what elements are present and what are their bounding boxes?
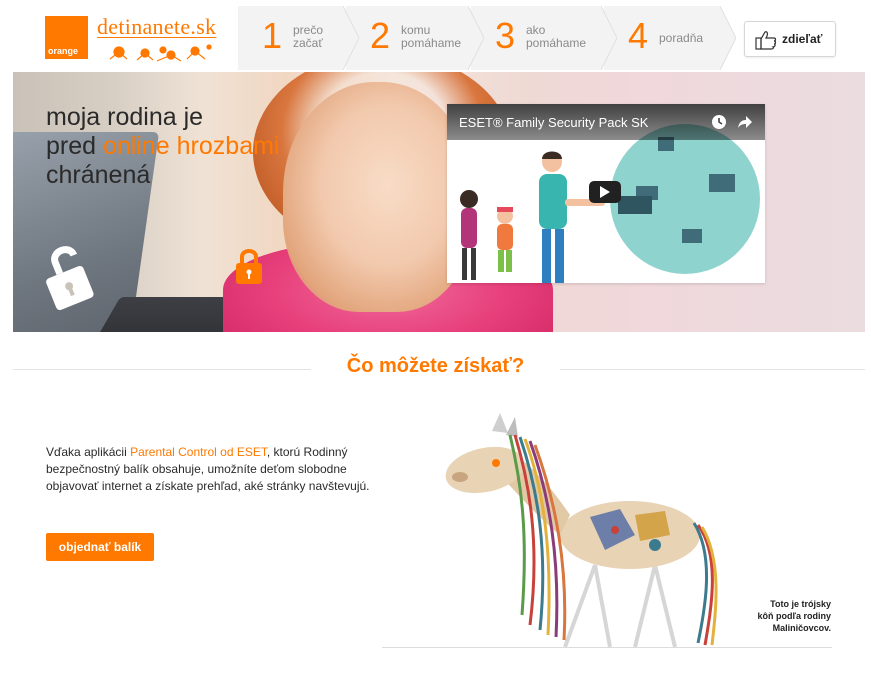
step-divider bbox=[343, 6, 359, 70]
trojan-horse-illustration bbox=[445, 413, 718, 648]
step-divider bbox=[720, 6, 736, 70]
step-label: ako pomáhame bbox=[526, 23, 587, 50]
video-title[interactable]: ESET® Family Security Pack SK bbox=[459, 115, 648, 130]
order-package-button[interactable]: objednať balík bbox=[46, 533, 154, 561]
open-padlock-icon bbox=[46, 246, 94, 310]
horse-caption: Toto je trójsky kôň podľa rodiny Malinič… bbox=[757, 599, 831, 633]
site-header: orange detinanete.sk 1 prečo začať 2 komu… bbox=[0, 0, 871, 72]
hero-banner: moja rodina je pred online hrozbami chrá… bbox=[13, 72, 865, 332]
video-title-bar: ESET® Family Security Pack SK bbox=[447, 104, 765, 140]
share-label: zdieľať bbox=[782, 32, 823, 46]
orange-logo[interactable]: orange bbox=[45, 16, 88, 59]
share-arrow-icon[interactable] bbox=[737, 114, 753, 130]
steps-nav: 1 prečo začať 2 komu pomáhame 3 ako pomáham… bbox=[238, 6, 736, 70]
play-icon bbox=[600, 186, 610, 198]
hero-headline: moja rodina je pred online hrozbami chrá… bbox=[46, 103, 280, 189]
step-number: 4 bbox=[628, 15, 649, 56]
parental-control-link[interactable]: Parental Control od ESET bbox=[130, 445, 267, 459]
share-button[interactable]: zdieľať bbox=[744, 21, 836, 57]
clock-icon[interactable] bbox=[711, 114, 727, 130]
thumbs-up-icon bbox=[755, 31, 777, 50]
girl-face-shape bbox=[283, 82, 473, 312]
family-doodle-icon bbox=[109, 44, 212, 62]
step-ako-pomahame[interactable]: 3 ako pomáhame bbox=[471, 6, 617, 70]
step-preco-zacat[interactable]: 1 prečo začať bbox=[238, 6, 359, 70]
step-number: 2 bbox=[370, 15, 391, 56]
play-button[interactable] bbox=[589, 181, 621, 203]
step-number: 1 bbox=[262, 15, 283, 56]
content-bottom-divider bbox=[382, 647, 832, 648]
section-title: Čo môžete získať? bbox=[346, 355, 525, 377]
step-divider bbox=[468, 6, 484, 70]
step-poradna[interactable]: 4 poradňa bbox=[604, 6, 736, 70]
video-player[interactable]: ESET® Family Security Pack SK bbox=[447, 104, 765, 283]
step-komu-pomahame[interactable]: 2 komu pomáhame bbox=[346, 6, 484, 70]
orange-logo-text: orange bbox=[48, 46, 79, 56]
section-description: Vďaka aplikácii Parental Control od ESET… bbox=[46, 445, 370, 493]
step-label: komu pomáhame bbox=[401, 23, 462, 50]
step-number: 3 bbox=[495, 15, 516, 56]
site-name: detinanete.sk bbox=[97, 14, 217, 39]
padlock-icon bbox=[236, 249, 262, 284]
site-logo[interactable]: detinanete.sk bbox=[97, 14, 217, 62]
step-divider bbox=[601, 6, 617, 70]
